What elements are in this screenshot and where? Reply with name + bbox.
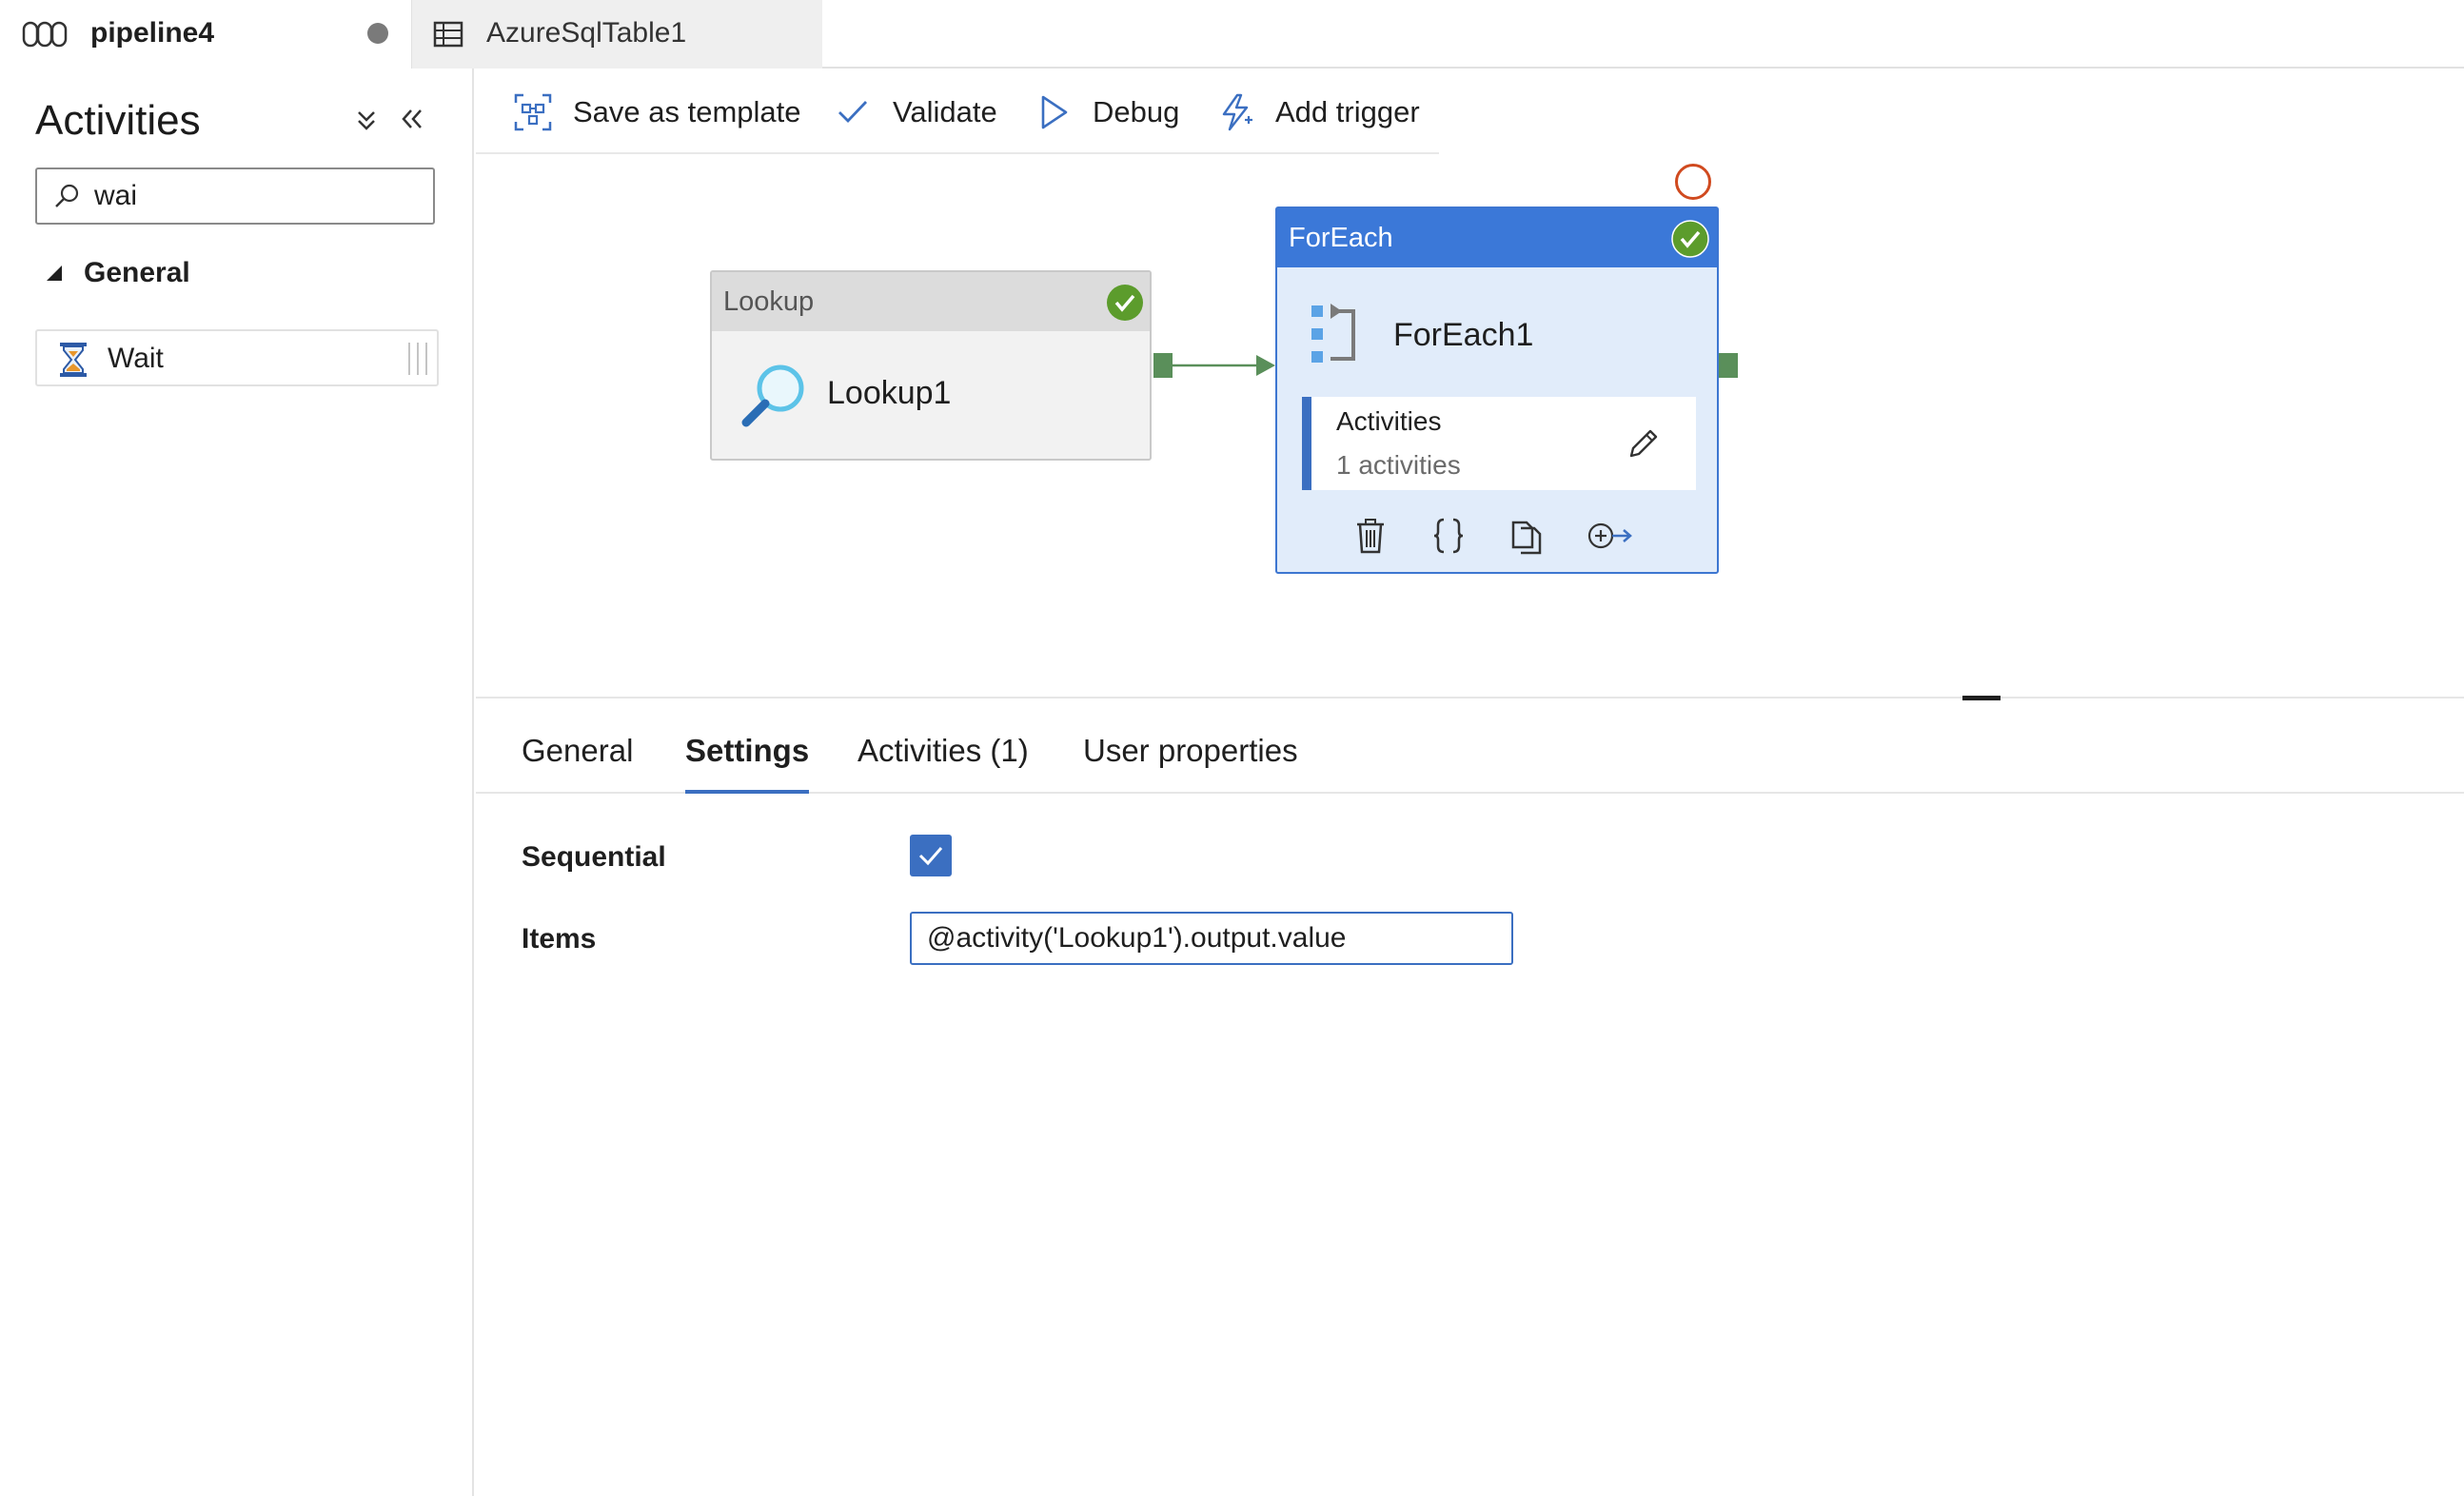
search-icon	[55, 184, 79, 207]
table-icon	[433, 21, 463, 48]
properties-tab-bar: General Settings Activities (1) User pro…	[476, 723, 2464, 794]
template-icon	[514, 93, 552, 131]
tab-pipeline-label: pipeline4	[90, 17, 215, 49]
group-general-header[interactable]: General	[46, 257, 190, 289]
lightning-icon	[1222, 93, 1252, 131]
tab-user-properties[interactable]: User properties	[1083, 733, 1298, 794]
tab-azuresqltable1[interactable]: AzureSqlTable1	[411, 0, 822, 69]
hourglass-icon	[60, 343, 87, 377]
unsaved-changes-dot	[367, 23, 388, 44]
foreach-inner-activities[interactable]: Activities 1 activities	[1302, 397, 1696, 490]
lookup-node-header: Lookup	[712, 272, 1150, 331]
debug-button[interactable]: Debug	[1034, 91, 1179, 133]
foreach-node-header: ForEach	[1277, 208, 1717, 267]
add-trigger-label: Add trigger	[1275, 95, 1420, 128]
activity-item-wait[interactable]: Wait	[35, 329, 439, 386]
validate-label: Validate	[893, 95, 997, 128]
activity-search-box[interactable]	[35, 167, 435, 225]
magnifier-icon	[741, 364, 804, 427]
add-trigger-button[interactable]: Add trigger	[1216, 91, 1420, 133]
canvas-properties-divider	[476, 697, 2464, 699]
pipeline-toolbar: Save as template Validate Debug Add trig…	[476, 70, 1439, 154]
breakpoint-circle-icon[interactable]	[1675, 164, 1711, 200]
save-as-template-button[interactable]: Save as template	[514, 91, 801, 133]
pencil-icon[interactable]	[1626, 425, 1662, 462]
foreach-output-handle[interactable]	[1719, 353, 1738, 378]
lookup-node-type: Lookup	[723, 286, 815, 317]
group-general-label: General	[84, 257, 190, 288]
tab-activities[interactable]: Activities (1)	[857, 733, 1029, 794]
items-label: Items	[522, 923, 597, 955]
trash-icon[interactable]	[1351, 517, 1390, 555]
inner-activities-count: 1 activities	[1336, 450, 1461, 480]
pipeline-icon	[22, 21, 68, 48]
play-icon	[1041, 95, 1068, 129]
double-chevron-left-icon[interactable]	[398, 105, 426, 133]
lookup-activity-node[interactable]: Lookup Lookup1	[710, 270, 1152, 461]
inner-activities-title: Activities	[1336, 406, 1442, 436]
foreach-loop-icon	[1311, 304, 1355, 363]
collapse-all-icon[interactable]	[352, 107, 381, 135]
sequential-label: Sequential	[522, 841, 666, 873]
add-output-icon[interactable]	[1586, 517, 1635, 555]
debug-label: Debug	[1093, 95, 1180, 128]
lookup-node-name: Lookup1	[827, 375, 952, 411]
panel-resize-handle[interactable]	[1962, 696, 2001, 700]
activity-item-wait-label: Wait	[108, 343, 164, 374]
code-braces-icon[interactable]	[1429, 517, 1468, 555]
activities-pane: Activities General Wait	[0, 69, 474, 1496]
success-check-icon	[1671, 220, 1709, 258]
lookup-output-handle[interactable]	[1153, 353, 1173, 378]
save-as-template-label: Save as template	[573, 95, 801, 128]
expanded-caret-icon	[47, 266, 62, 281]
tab-settings[interactable]: Settings	[685, 733, 810, 794]
tab-general[interactable]: General	[522, 733, 633, 794]
success-check-icon	[1107, 285, 1143, 321]
checkmark-icon	[918, 847, 943, 866]
tab-dataset-label: AzureSqlTable1	[486, 17, 687, 49]
sequential-checkbox[interactable]	[910, 835, 952, 876]
document-tab-strip: pipeline4 AzureSqlTable1	[0, 0, 2464, 69]
foreach-node-type: ForEach	[1289, 223, 1393, 253]
checkmark-icon	[838, 101, 868, 124]
tab-pipeline4[interactable]: pipeline4	[0, 0, 411, 69]
items-expression-input[interactable]	[910, 912, 1513, 965]
drag-handle-icon[interactable]	[405, 341, 430, 377]
validate-button[interactable]: Validate	[834, 91, 997, 133]
activity-search-input[interactable]	[94, 177, 418, 215]
foreach-node-name: ForEach1	[1393, 317, 1534, 353]
activities-pane-title: Activities	[35, 97, 201, 144]
success-connector-arrow[interactable]	[1173, 348, 1277, 383]
foreach-activity-node[interactable]: ForEach ForEach1 Activities 1 activities	[1275, 207, 1719, 574]
copy-icon[interactable]	[1508, 517, 1546, 555]
